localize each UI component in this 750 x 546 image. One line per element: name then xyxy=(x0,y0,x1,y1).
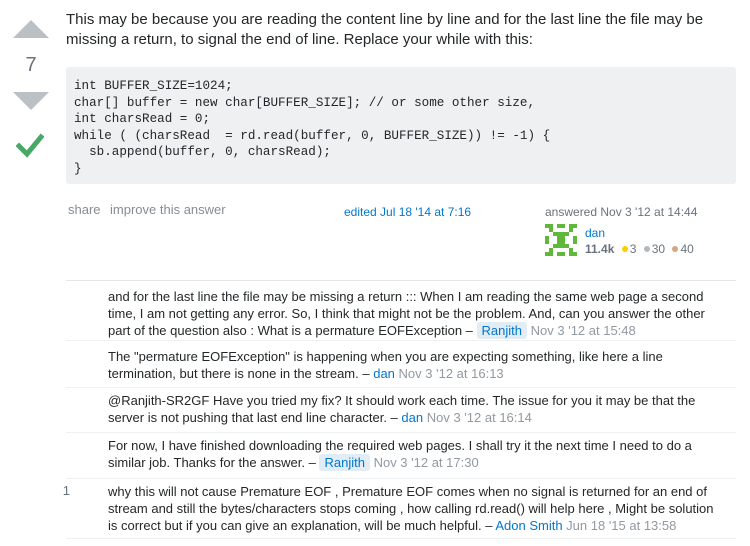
comment-divider xyxy=(66,432,736,433)
answer-text: This may be because you are reading the … xyxy=(66,11,704,48)
code-block: int BUFFER_SIZE=1024; char[] buffer = ne… xyxy=(66,67,736,184)
comment-user-link[interactable]: dan xyxy=(401,410,423,425)
comment-user-link[interactable]: dan xyxy=(373,366,395,381)
comment: The "permature EOFException" is happenin… xyxy=(66,348,736,388)
share-link[interactable]: share xyxy=(68,202,101,217)
silver-badge-count: 30 xyxy=(651,242,666,256)
vote-count: 7 xyxy=(25,54,37,76)
comment: @Ranjith-SR2GF Have you tried my fix? It… xyxy=(66,392,736,433)
comments-divider xyxy=(66,280,736,281)
comment-date: Nov 3 '12 at 17:30 xyxy=(373,455,479,470)
upvote-button[interactable] xyxy=(13,20,49,38)
bronze-badge-icon xyxy=(672,246,679,253)
silver-badge-icon xyxy=(643,246,650,253)
comment-divider xyxy=(66,387,736,388)
comment-date: Jun 18 '15 at 13:58 xyxy=(566,518,677,533)
improve-answer-link[interactable]: improve this answer xyxy=(110,202,226,217)
gold-badge-count: 3 xyxy=(629,242,637,256)
comment: For now, I have finished downloading the… xyxy=(66,437,736,479)
reputation-score: 11.4k xyxy=(585,242,615,256)
comment-body: The "permature EOFException" is happenin… xyxy=(108,348,718,382)
answerer-name-link[interactable]: dan xyxy=(585,226,605,240)
comment-user-link[interactable]: Ranjith xyxy=(476,322,528,339)
checkmark-icon xyxy=(16,133,44,158)
comment-divider xyxy=(66,478,736,479)
comment-divider xyxy=(66,340,736,341)
comment: 1 why this will not cause Premature EOF … xyxy=(63,483,736,539)
comment-body: why this will not cause Premature EOF , … xyxy=(108,483,718,534)
comment-divider xyxy=(66,538,736,539)
bronze-badge-count: 40 xyxy=(680,242,694,256)
comment-user-link[interactable]: Adon Smith xyxy=(495,518,562,533)
avatar[interactable] xyxy=(545,224,577,256)
comment: and for the last line the file may be mi… xyxy=(66,288,736,341)
comment-date: Nov 3 '12 at 15:48 xyxy=(530,323,636,338)
downvote-button[interactable] xyxy=(13,92,49,110)
comment-score: 1 xyxy=(62,483,70,498)
comment-date: Nov 3 '12 at 16:13 xyxy=(398,366,504,381)
user-stats: 11.4k 3 30 40 xyxy=(585,242,694,256)
comment-date: Nov 3 '12 at 16:14 xyxy=(426,410,532,425)
comment-user-link[interactable]: Ranjith xyxy=(319,454,370,471)
comment-body: and for the last line the file may be mi… xyxy=(108,288,718,339)
comment-body: @Ranjith-SR2GF Have you tried my fix? It… xyxy=(108,392,718,426)
comment-body: For now, I have finished downloading the… xyxy=(108,437,718,471)
gold-badge-icon xyxy=(621,246,628,253)
edited-link[interactable]: edited Jul 18 '14 at 7:16 xyxy=(344,205,471,219)
answered-timestamp: answered Nov 3 '12 at 14:44 xyxy=(545,205,698,219)
